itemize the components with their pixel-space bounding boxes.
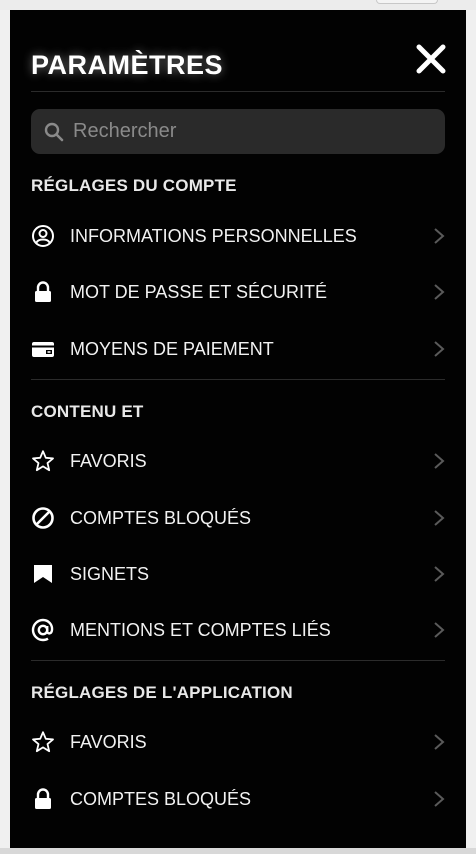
settings-panel: PARAMÈTRES RÉGLAGES DU COMPTE INFORMATIO… <box>10 10 466 848</box>
browser-tab-handle <box>376 0 438 4</box>
settings-item-label: MOYENS DE PAIEMENT <box>70 339 274 359</box>
bookmark-icon <box>34 565 52 583</box>
chevron-right-icon <box>434 791 445 807</box>
section-title-account: RÉGLAGES DU COMPTE <box>31 176 237 195</box>
settings-item-label: FAVORIS <box>70 451 147 471</box>
settings-item-mentions[interactable]: MENTIONS ET COMPTES LIÉS <box>31 610 445 650</box>
block-icon <box>32 507 54 529</box>
chevron-right-icon <box>434 284 445 300</box>
chevron-right-icon <box>434 566 445 582</box>
star-icon <box>32 450 54 472</box>
chevron-right-icon <box>434 228 445 244</box>
settings-item-personal-info[interactable]: INFORMATIONS PERSONNELLES <box>31 216 445 256</box>
settings-item-bookmarks[interactable]: SIGNETS <box>31 554 445 594</box>
star-icon <box>32 731 54 753</box>
settings-item-label: COMPTES BLOQUÉS <box>70 508 252 528</box>
chevron-right-icon <box>434 510 445 526</box>
chevron-right-icon <box>434 734 445 750</box>
section-divider <box>31 660 445 661</box>
search-input[interactable] <box>73 115 433 148</box>
settings-item-blocked-accounts[interactable]: COMPTES BLOQUÉS <box>31 498 445 538</box>
settings-item-app-favorites[interactable]: FAVORIS <box>31 722 445 762</box>
settings-item-password-security[interactable]: MOT DE PASSE ET SÉCURITÉ <box>31 272 445 312</box>
chevron-right-icon <box>434 622 445 638</box>
chevron-right-icon <box>434 453 445 469</box>
window-bottom-edge <box>0 848 476 854</box>
window-right-edge <box>466 10 476 848</box>
page-title: PARAMÈTRES <box>31 50 224 80</box>
settings-item-label: MOT DE PASSE ET SÉCURITÉ <box>70 282 328 302</box>
wallet-icon <box>32 342 54 357</box>
lock-icon <box>35 281 51 302</box>
section-title-app: RÉGLAGES DE L'APPLICATION <box>31 683 293 702</box>
settings-item-label: INFORMATIONS PERSONNELLES <box>70 226 357 246</box>
window-left-edge <box>0 10 10 848</box>
close-button[interactable] <box>414 42 448 76</box>
settings-item-label: FAVORIS <box>70 732 147 752</box>
settings-item-payment-methods[interactable]: MOYENS DE PAIEMENT <box>31 329 445 369</box>
chevron-right-icon <box>434 341 445 357</box>
settings-item-favorites[interactable]: FAVORIS <box>31 441 445 481</box>
section-divider <box>31 379 445 380</box>
settings-item-label: MENTIONS ET COMPTES LIÉS <box>70 620 331 640</box>
lock-icon <box>35 788 51 809</box>
search-bar[interactable] <box>31 109 445 154</box>
header-divider <box>31 91 445 92</box>
settings-item-app-blocked-accounts[interactable]: COMPTES BLOQUÉS <box>31 779 445 819</box>
user-circle-icon <box>32 225 54 247</box>
browser-top-bar <box>0 0 476 10</box>
at-sign-icon <box>31 618 54 642</box>
settings-item-label: SIGNETS <box>70 564 150 584</box>
search-icon <box>44 122 64 142</box>
close-icon <box>416 44 446 74</box>
settings-item-label: COMPTES BLOQUÉS <box>70 789 252 809</box>
section-title-content: CONTENU ET <box>31 402 144 421</box>
